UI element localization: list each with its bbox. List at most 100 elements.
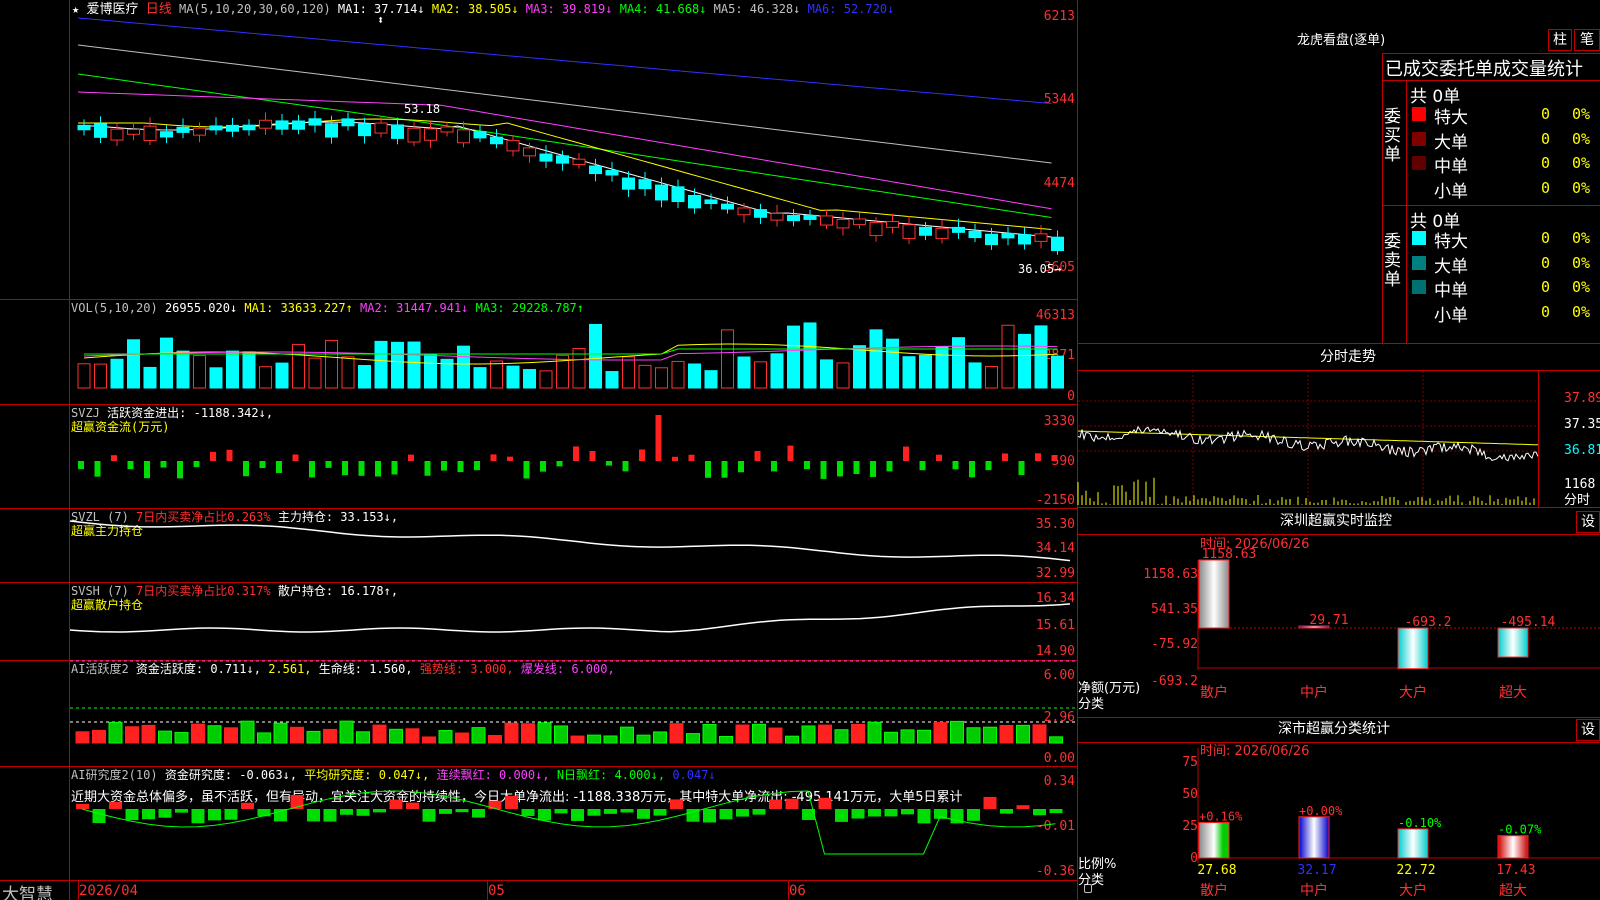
flow-bar-up <box>1035 453 1041 461</box>
volume-bar-down <box>209 367 223 389</box>
main-holding-chart[interactable] <box>69 509 1076 582</box>
flow-bar-down <box>606 461 612 466</box>
tab-tick-list[interactable]: 笔 <box>1574 29 1600 51</box>
research-bar-down <box>851 809 865 819</box>
candle-down <box>1001 232 1015 239</box>
research-bar-down <box>1033 809 1046 816</box>
flow-bar-down <box>523 461 530 479</box>
activity-bar-up <box>735 724 750 744</box>
activity-bar-down <box>620 726 634 744</box>
fund-flow-chart[interactable] <box>70 405 1076 508</box>
volume-bar-down <box>457 345 470 389</box>
ai-research-chart[interactable] <box>70 767 1076 880</box>
tab-bar-chart[interactable]: 柱 <box>1548 29 1572 51</box>
activity-bar-down <box>702 723 717 744</box>
volume-bar-down <box>226 350 239 389</box>
candle-down <box>655 184 668 201</box>
net-amount-value: -495.14 <box>1501 615 1556 630</box>
research-bar-down <box>719 809 733 820</box>
activity-bar-up <box>455 732 469 744</box>
volume-bar-up <box>325 339 338 389</box>
activity-bar-up <box>224 727 238 744</box>
ratio-change: +0.16% <box>1199 810 1243 824</box>
brand-label: 大智慧 <box>2 885 53 900</box>
candle-down <box>556 155 569 164</box>
volume-bar-down <box>968 362 982 389</box>
research-bar-down <box>967 809 980 821</box>
candle-down <box>968 230 982 239</box>
candlestick-chart[interactable] <box>70 0 1076 298</box>
flow-bar-down <box>94 461 101 477</box>
flow-bar-down <box>358 461 365 476</box>
sz-stats-settings-button[interactable]: 设 <box>1576 719 1600 741</box>
candle-up <box>193 127 206 136</box>
retail-holding-chart[interactable] <box>69 583 1076 660</box>
candle-down <box>671 186 685 203</box>
research-bar-down <box>191 809 205 824</box>
ma-line-4 <box>77 91 1052 210</box>
buy-row-name: 大单 <box>1434 132 1468 153</box>
candle-down <box>160 131 173 138</box>
activity-bar-down <box>983 726 997 744</box>
activity-bar-down <box>339 720 354 744</box>
candle-down <box>539 153 553 162</box>
activity-bar-up <box>372 724 387 744</box>
activity-bar-down <box>306 730 321 744</box>
volume-bar-up <box>77 363 91 389</box>
activity-bar-down <box>537 722 552 744</box>
intraday-chart[interactable] <box>1077 371 1539 506</box>
candle-down <box>952 226 965 233</box>
flow-bar-down <box>985 461 992 471</box>
candle-down <box>985 233 998 246</box>
activity-bar-down <box>884 731 898 744</box>
buy-row-value: 0 <box>1540 154 1550 172</box>
activity-bar-down <box>867 721 882 744</box>
research-bar-down <box>439 809 452 814</box>
sz-stats-axis-label: 0 <box>1190 851 1198 866</box>
activity-bar-down <box>257 732 271 744</box>
volume-bar-down <box>143 366 157 389</box>
flow-bar-down <box>78 461 84 470</box>
volume-bar-up <box>638 364 652 389</box>
sell-order-label: 委卖单 <box>1384 232 1401 290</box>
research-bar-up <box>818 797 832 809</box>
volume-bar-up <box>1001 324 1015 389</box>
sell-row-pct: 0% <box>1572 278 1591 296</box>
flow-bar-down <box>919 461 926 471</box>
candle-up <box>572 158 586 165</box>
research-bar-up <box>406 802 419 809</box>
research-bar-down <box>340 809 353 815</box>
volume-bar-down <box>374 340 388 389</box>
volume-chart[interactable] <box>70 300 1076 404</box>
activity-bar-down <box>801 725 816 744</box>
volume-bar-up <box>721 329 734 389</box>
flow-bar-down <box>870 461 876 477</box>
sz-monitor-settings-button[interactable]: 设 <box>1576 511 1600 533</box>
candle-up <box>886 221 899 228</box>
buy-row-swatch <box>1412 180 1426 195</box>
buy-row-pct: 0% <box>1572 129 1591 148</box>
candle-down <box>605 170 619 176</box>
volume-bar-up <box>622 356 635 389</box>
activity-bar-up <box>488 734 502 744</box>
flow-bar-down <box>952 461 959 470</box>
activity-bar-down <box>966 727 981 744</box>
flow-bar-up <box>688 454 695 461</box>
intraday-axis-label: 37.89 <box>1564 391 1600 406</box>
research-bar-down <box>125 809 139 821</box>
chart-area[interactable]: ★ 爱博医疗 日线 MA(5,10,20,30,60,120) MA1: 37.… <box>0 0 1092 900</box>
flow-bar-down <box>441 461 447 471</box>
volume-bar-down <box>952 337 965 389</box>
flow-bar-up <box>111 455 117 461</box>
volume-bar-up <box>292 343 305 389</box>
ai-activity-chart[interactable] <box>70 660 1076 766</box>
flow-bar-down <box>259 461 266 469</box>
candle-up <box>869 221 883 237</box>
category-label: 散户 <box>1200 684 1228 701</box>
flow-bar-up <box>226 449 233 461</box>
research-bar-down <box>472 809 485 818</box>
volume-bar-up <box>655 367 668 389</box>
candle-down <box>242 124 256 131</box>
volume-bar-up <box>490 360 503 389</box>
volume-bar-down <box>1018 333 1031 389</box>
